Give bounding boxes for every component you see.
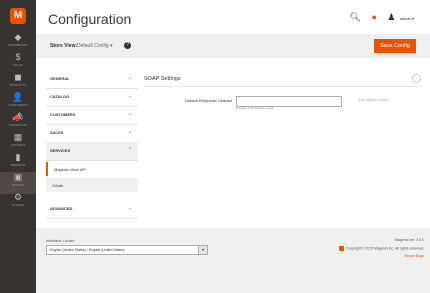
main-content: Configuration 🔍︎ ● ♟ admin ▾ Store View:… <box>36 0 430 293</box>
sidebar-item-customers[interactable]: 👤 Customers <box>0 92 36 114</box>
section-divider <box>144 86 422 87</box>
page-actions-bar: Store View: Default Config ▾ ? Save Conf… <box>36 34 430 58</box>
section-title[interactable]: SOAP Settings <box>144 76 181 82</box>
notifications-icon[interactable]: ● <box>371 12 376 22</box>
tab-services[interactable]: Services ⌃ <box>46 142 138 161</box>
customers-icon: 👤 <box>12 92 24 102</box>
search-icon[interactable]: 🔍︎ <box>349 12 360 22</box>
save-config-button[interactable]: Save Config <box>374 39 416 53</box>
user-menu[interactable]: admin ▾ <box>400 16 414 21</box>
magento-small-logo-icon <box>338 246 344 251</box>
sidebar-item-marketing[interactable]: 📣 Marketing <box>0 112 36 134</box>
tab-item-oauth[interactable]: OAuth <box>46 178 138 192</box>
catalog-icon: ◼ <box>14 72 22 82</box>
report-bugs-link[interactable]: Report Bugs <box>405 254 424 258</box>
use-system-value-checkbox[interactable]: [Use system value] <box>358 98 388 102</box>
sidebar-item-content[interactable]: ▦ Content <box>0 132 36 154</box>
page-title: Configuration <box>48 11 132 27</box>
tab-item-magento-web-api[interactable]: Magento Web API <box>46 162 138 176</box>
admin-sidebar: M ◆ Dashboard $ Sales ◼ Products 👤 Custo… <box>0 0 36 293</box>
marketing-icon: 📣 <box>12 112 24 122</box>
sidebar-item-system[interactable]: ⚙ System <box>0 192 36 214</box>
user-icon[interactable]: ♟ <box>387 12 395 22</box>
store-view-switcher[interactable]: Default Config ▾ <box>77 43 113 49</box>
sidebar-item-dashboard[interactable]: ◆ Dashboard <box>0 32 36 54</box>
header-actions: 🔍︎ ● ♟ admin ▾ <box>341 12 414 23</box>
interface-locale-label: Interface Locale <box>46 238 75 243</box>
content-icon: ▦ <box>13 132 23 142</box>
chevron-down-icon: ⌄ <box>127 205 132 211</box>
sidebar-item-sales[interactable]: $ Sales <box>0 52 36 74</box>
chevron-down-icon: ⌄ <box>127 75 132 81</box>
field-note: If empty, UTF-8 will be used. <box>236 106 274 110</box>
interface-locale-select[interactable]: English (United States) / English (Unite… <box>46 245 208 255</box>
field-label: Default Response Charset <box>185 98 232 103</box>
dashboard-icon: ◆ <box>14 32 22 42</box>
sidebar-item-catalog[interactable]: ◼ Products <box>0 72 36 94</box>
chevron-up-icon: ⌃ <box>127 147 132 153</box>
tab-advanced[interactable]: Advanced ⌄ <box>46 200 138 219</box>
sidebar-item-stores[interactable]: ▣ Stores <box>0 172 36 194</box>
page-footer: Interface Locale English (United States)… <box>36 228 430 293</box>
system-icon: ⚙ <box>13 192 23 202</box>
magento-version: Magento ver. 2.0.0 <box>395 238 424 242</box>
tab-general[interactable]: General ⌄ <box>46 70 138 89</box>
stores-icon: ▣ <box>13 172 23 182</box>
magento-logo[interactable]: M <box>10 8 26 24</box>
copyright: Copyright © 2015 Magento Inc. All rights… <box>338 246 424 251</box>
store-view-label: Store View: <box>50 43 78 49</box>
sidebar-item-reports[interactable]: ▮ Reports <box>0 152 36 174</box>
tab-customers[interactable]: Customers ⌄ <box>46 106 138 125</box>
help-icon[interactable]: ? <box>124 42 131 49</box>
reports-icon: ▮ <box>15 152 21 162</box>
tab-catalog[interactable]: Catalog ⌄ <box>46 88 138 107</box>
sales-icon: $ <box>15 52 21 62</box>
chevron-down-icon: ▾ <box>198 246 207 254</box>
collapse-icon[interactable]: ⌃ <box>412 74 421 83</box>
chevron-down-icon: ⌄ <box>127 93 132 99</box>
chevron-down-icon: ⌄ <box>127 129 132 135</box>
tab-sales[interactable]: Sales ⌄ <box>46 124 138 143</box>
chevron-down-icon: ⌄ <box>127 111 132 117</box>
